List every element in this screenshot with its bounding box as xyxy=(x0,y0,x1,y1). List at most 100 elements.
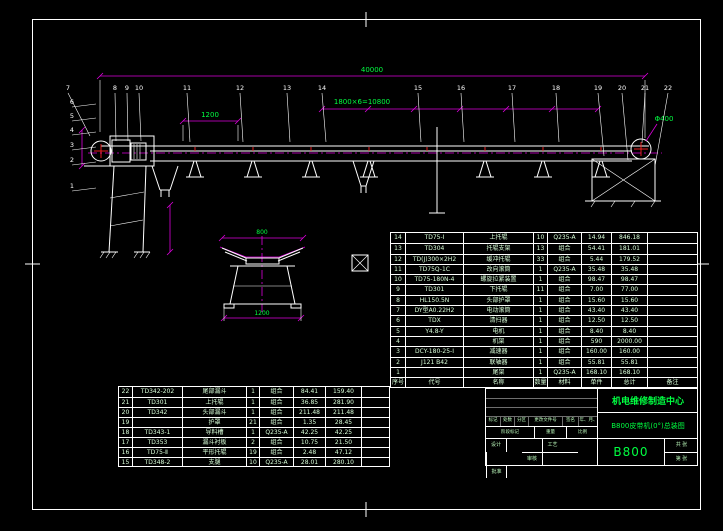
bom-row: 6 TDX 清扫器 1 组合 12.50 12.50 xyxy=(391,315,697,326)
callout-number: 21 xyxy=(641,84,649,92)
callout-leader xyxy=(186,92,191,143)
callout-number: 20 xyxy=(618,84,626,92)
bom-cell xyxy=(647,244,697,254)
bom-cell: TD342-202 xyxy=(132,387,182,397)
bom-cell: 160.00 xyxy=(611,347,647,357)
bom-cell: 总计 xyxy=(611,378,647,388)
bom-cell: 机架 xyxy=(463,336,533,347)
bom-cell: 联轴器 xyxy=(463,357,533,367)
bom-cell: 组合 xyxy=(259,418,293,427)
bom-cell: TD75Q-1C xyxy=(405,264,463,275)
bom-cell: 组合 xyxy=(547,357,581,367)
bom-cell: 43.40 xyxy=(611,306,647,316)
bom-cell: Q235-A xyxy=(259,458,293,467)
bom-cell: TD75-Ⅱ xyxy=(132,448,182,457)
bom-cell: 尾架 xyxy=(463,367,533,378)
callout-number: 8 xyxy=(113,84,117,92)
bom-table-continuation: 22 TD342-202 尾部漏斗 1 组合 84.41 159.40 21 TD301 上托辊 1… xyxy=(118,386,390,467)
bom-cell: TD301 xyxy=(405,285,463,295)
bom-cell xyxy=(405,336,463,347)
middle-support xyxy=(429,127,445,214)
bom-cell: 1 xyxy=(246,387,259,397)
weight-label: 重量 xyxy=(534,427,566,438)
bom-cell: 导料槽 xyxy=(182,428,246,437)
drawing-number: B800 xyxy=(613,445,649,459)
bom-cell: 5 xyxy=(396,327,400,335)
bom-cell: 1 xyxy=(533,275,547,285)
bom-cell: 1 xyxy=(533,306,547,316)
bom-cell: 14 xyxy=(394,234,402,241)
bom-cell: 2 xyxy=(396,358,400,366)
bom-cell: 上托辊 xyxy=(182,398,246,407)
bom-row: 8 HL150.5N 头部护罩 1 组合 15.60 15.60 xyxy=(391,294,697,306)
bom-cell: 168.10 xyxy=(611,367,647,378)
bom-table-main: 14 TD75-Ⅰ 上托辊 10 Q235-A 14.94 846.18 13 TD304 托辊支… xyxy=(390,232,698,388)
bom-cell: 1 xyxy=(533,316,547,326)
bom-cell: 19 xyxy=(246,448,259,457)
dim-overall: 40000 xyxy=(361,66,383,74)
bom-cell: 代号 xyxy=(405,378,463,388)
role-label: 工艺 xyxy=(542,439,562,452)
bom-cell xyxy=(647,295,697,306)
bom-cell: 21 xyxy=(121,399,130,406)
callout-number: 16 xyxy=(457,84,465,92)
role-label: 批准 xyxy=(486,465,506,478)
callout-leader xyxy=(71,131,97,136)
stage-row: 阶段标记 重量 比例 xyxy=(486,427,597,439)
bom-cell: 98.47 xyxy=(581,275,611,285)
callout-leader xyxy=(126,92,129,142)
callout-number: 2 xyxy=(70,156,74,164)
bom-cell: HL150.5N xyxy=(405,295,463,306)
bom-cell: 1 xyxy=(246,398,259,407)
bom-cell: 组合 xyxy=(547,244,581,254)
bom-cell: 尾部漏斗 xyxy=(182,387,246,397)
bom-cell: 15 xyxy=(121,459,130,466)
bom-cell: 14.94 xyxy=(581,233,611,244)
bom-cell: Q235-A xyxy=(259,428,293,437)
callout-leader xyxy=(654,92,669,167)
role-label: 设计 xyxy=(490,442,501,448)
bom-cell: 组合 xyxy=(259,448,293,457)
bom-cell: 18 xyxy=(121,429,130,436)
bom-cell: 组合 xyxy=(547,316,581,326)
dim-left-span: 1200 xyxy=(201,111,219,119)
callout-leader xyxy=(114,92,117,142)
bom-cell: TD342 xyxy=(132,408,182,417)
bom-cell: DY型A0.22H2 xyxy=(405,306,463,316)
bom-cell: DCY-180-25-Ⅰ xyxy=(405,347,463,357)
rev-header: 签名 xyxy=(562,416,578,426)
bom-cell xyxy=(647,316,697,326)
bom-cell: TD75-Ⅰ xyxy=(405,233,463,244)
bom-cell: 下托辊 xyxy=(463,285,533,295)
callout-number: 14 xyxy=(318,84,326,92)
bom-cell xyxy=(647,264,697,275)
callout-number: 12 xyxy=(236,84,244,92)
bom-cell: 组合 xyxy=(547,306,581,316)
bom-cell xyxy=(647,275,697,285)
bom-cell: 28.01 xyxy=(293,458,325,467)
bom-cell: 84.41 xyxy=(293,387,325,397)
bom-cell: 序号 xyxy=(391,379,404,387)
bom-row: 16 TD75-Ⅱ 平形托辊 19 组合 2.48 47.12 xyxy=(119,447,389,457)
roles-grid: 设计 工艺 审核 批准 xyxy=(486,439,597,478)
role-value xyxy=(542,452,578,465)
bom-cell: 7.00 xyxy=(581,285,611,295)
bom-cell: 36.85 xyxy=(293,398,325,407)
bom-cell xyxy=(361,418,389,427)
bom-cell: 单件 xyxy=(581,378,611,388)
bom-row: 2 J121 B42 联轴器 1 组合 55.81 55.81 xyxy=(391,356,697,367)
bom-cell: 1.35 xyxy=(293,418,325,427)
callout-leader xyxy=(641,92,646,144)
bom-cell: TD(J)300×2H2 xyxy=(405,254,463,264)
bom-cell: 22 xyxy=(121,388,130,395)
bom-cell xyxy=(361,428,389,437)
section-mark xyxy=(351,254,369,272)
sheet-number: 第 张 xyxy=(675,455,688,462)
bom-cell: 35.48 xyxy=(611,264,647,275)
bom-cell: 缓冲托辊 xyxy=(463,254,533,264)
role-value xyxy=(506,465,542,478)
bom-cell: 43.40 xyxy=(581,306,611,316)
bom-cell: 211.48 xyxy=(325,408,361,417)
bom-cell xyxy=(647,347,697,357)
bom-cell xyxy=(647,367,697,378)
